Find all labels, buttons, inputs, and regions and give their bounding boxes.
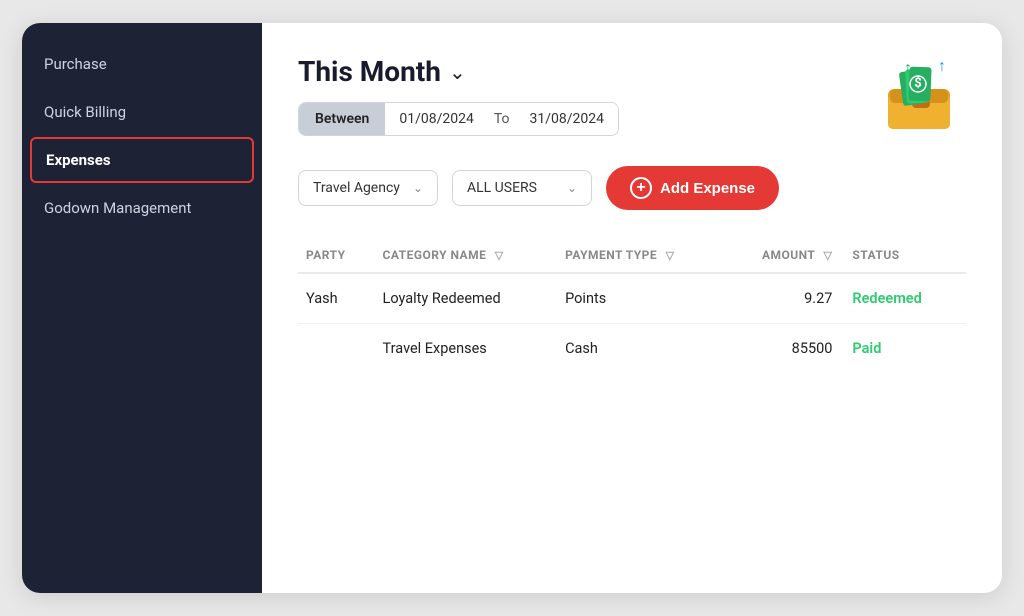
- header-row: This Month ⌄ Between 01/08/2024 To 31/08…: [298, 55, 966, 210]
- main-content: $ ↑ ↑ This Month ⌄ Between 01/08/2024: [262, 23, 1002, 593]
- cell-payment-type: Points: [565, 273, 732, 324]
- to-label: To: [488, 103, 516, 135]
- category-chevron-icon: ⌄: [413, 181, 423, 195]
- category-dropdown[interactable]: Travel Agency ⌄: [298, 170, 438, 206]
- period-dropdown-icon[interactable]: ⌄: [449, 60, 466, 84]
- date-from[interactable]: 01/08/2024: [385, 103, 488, 135]
- col-amount: AMOUNT ▽: [732, 238, 852, 273]
- between-label: Between: [299, 103, 385, 135]
- users-label: ALL USERS: [467, 180, 537, 196]
- col-party: PARTY: [298, 238, 383, 273]
- sidebar-item-quick-billing[interactable]: Quick Billing: [22, 89, 262, 135]
- cell-status: Paid: [852, 324, 966, 374]
- col-status: STATUS: [852, 238, 966, 273]
- cell-amount: 9.27: [732, 273, 852, 324]
- sidebar-item-expenses[interactable]: Expenses: [30, 137, 254, 183]
- sidebar: Purchase Quick Billing Expenses Godown M…: [22, 23, 262, 593]
- cell-status: Redeemed: [852, 273, 966, 324]
- col-payment-type: PAYMENT TYPE ▽: [565, 238, 732, 273]
- title-row: This Month ⌄: [298, 55, 779, 88]
- date-range-row: Between 01/08/2024 To 31/08/2024: [298, 102, 619, 136]
- sidebar-item-purchase[interactable]: Purchase: [22, 41, 262, 87]
- svg-text:$: $: [914, 76, 921, 91]
- table-row: Travel Expenses Cash 85500 Paid: [298, 324, 966, 374]
- category-filter-icon[interactable]: ▽: [495, 249, 504, 262]
- header-left: This Month ⌄ Between 01/08/2024 To 31/08…: [298, 55, 779, 210]
- col-category: CATEGORY NAME ▽: [383, 238, 566, 273]
- cell-category: Loyalty Redeemed: [383, 273, 566, 324]
- cell-category: Travel Expenses: [383, 324, 566, 374]
- wallet-icon: $ ↑ ↑: [876, 51, 966, 141]
- date-to[interactable]: 31/08/2024: [516, 103, 619, 135]
- users-chevron-icon: ⌄: [567, 181, 577, 195]
- svg-text:↑: ↑: [904, 58, 912, 77]
- sidebar-item-godown-management[interactable]: Godown Management: [22, 185, 262, 231]
- filters-row: Travel Agency ⌄ ALL USERS ⌄ + Add Expens…: [298, 166, 779, 210]
- page-title: This Month: [298, 55, 441, 88]
- add-expense-button[interactable]: + Add Expense: [606, 166, 779, 210]
- plus-circle-icon: +: [630, 177, 652, 199]
- cell-amount: 85500: [732, 324, 852, 374]
- payment-filter-icon[interactable]: ▽: [666, 249, 675, 262]
- add-expense-label: Add Expense: [660, 180, 755, 197]
- svg-text:↑: ↑: [938, 56, 946, 75]
- table-row: Yash Loyalty Redeemed Points 9.27 Redeem…: [298, 273, 966, 324]
- cell-party: [298, 324, 383, 374]
- category-label: Travel Agency: [313, 180, 400, 196]
- cell-payment-type: Cash: [565, 324, 732, 374]
- amount-filter-icon[interactable]: ▽: [823, 249, 832, 262]
- cell-party: Yash: [298, 273, 383, 324]
- expenses-table: PARTY CATEGORY NAME ▽ PAYMENT TYPE ▽ AMO…: [298, 238, 966, 373]
- users-dropdown[interactable]: ALL USERS ⌄: [452, 170, 592, 206]
